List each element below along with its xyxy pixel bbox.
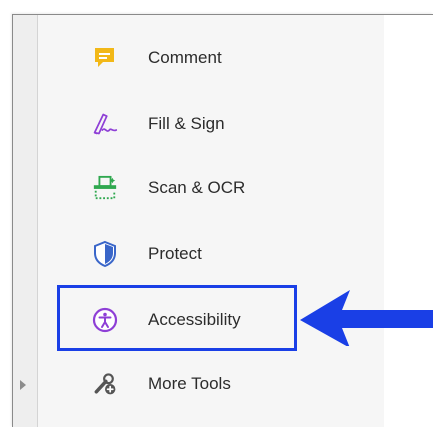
tool-label: Scan & OCR xyxy=(148,178,246,197)
comment-icon xyxy=(92,45,118,71)
tool-label: Protect xyxy=(148,244,202,263)
scan-ocr-icon xyxy=(92,175,118,201)
tools-panel xyxy=(38,15,384,427)
expand-panel-icon[interactable] xyxy=(20,380,26,390)
protect-icon xyxy=(92,240,118,268)
highlight-box xyxy=(57,285,297,351)
tool-label: Comment xyxy=(148,48,222,67)
tool-label: Fill & Sign xyxy=(148,114,225,133)
tool-label: More Tools xyxy=(148,374,231,393)
left-gutter xyxy=(13,15,37,427)
fill-sign-icon xyxy=(92,111,118,137)
more-tools-icon xyxy=(92,371,118,397)
document-area xyxy=(384,15,433,427)
pointer-arrow-icon xyxy=(300,290,433,346)
